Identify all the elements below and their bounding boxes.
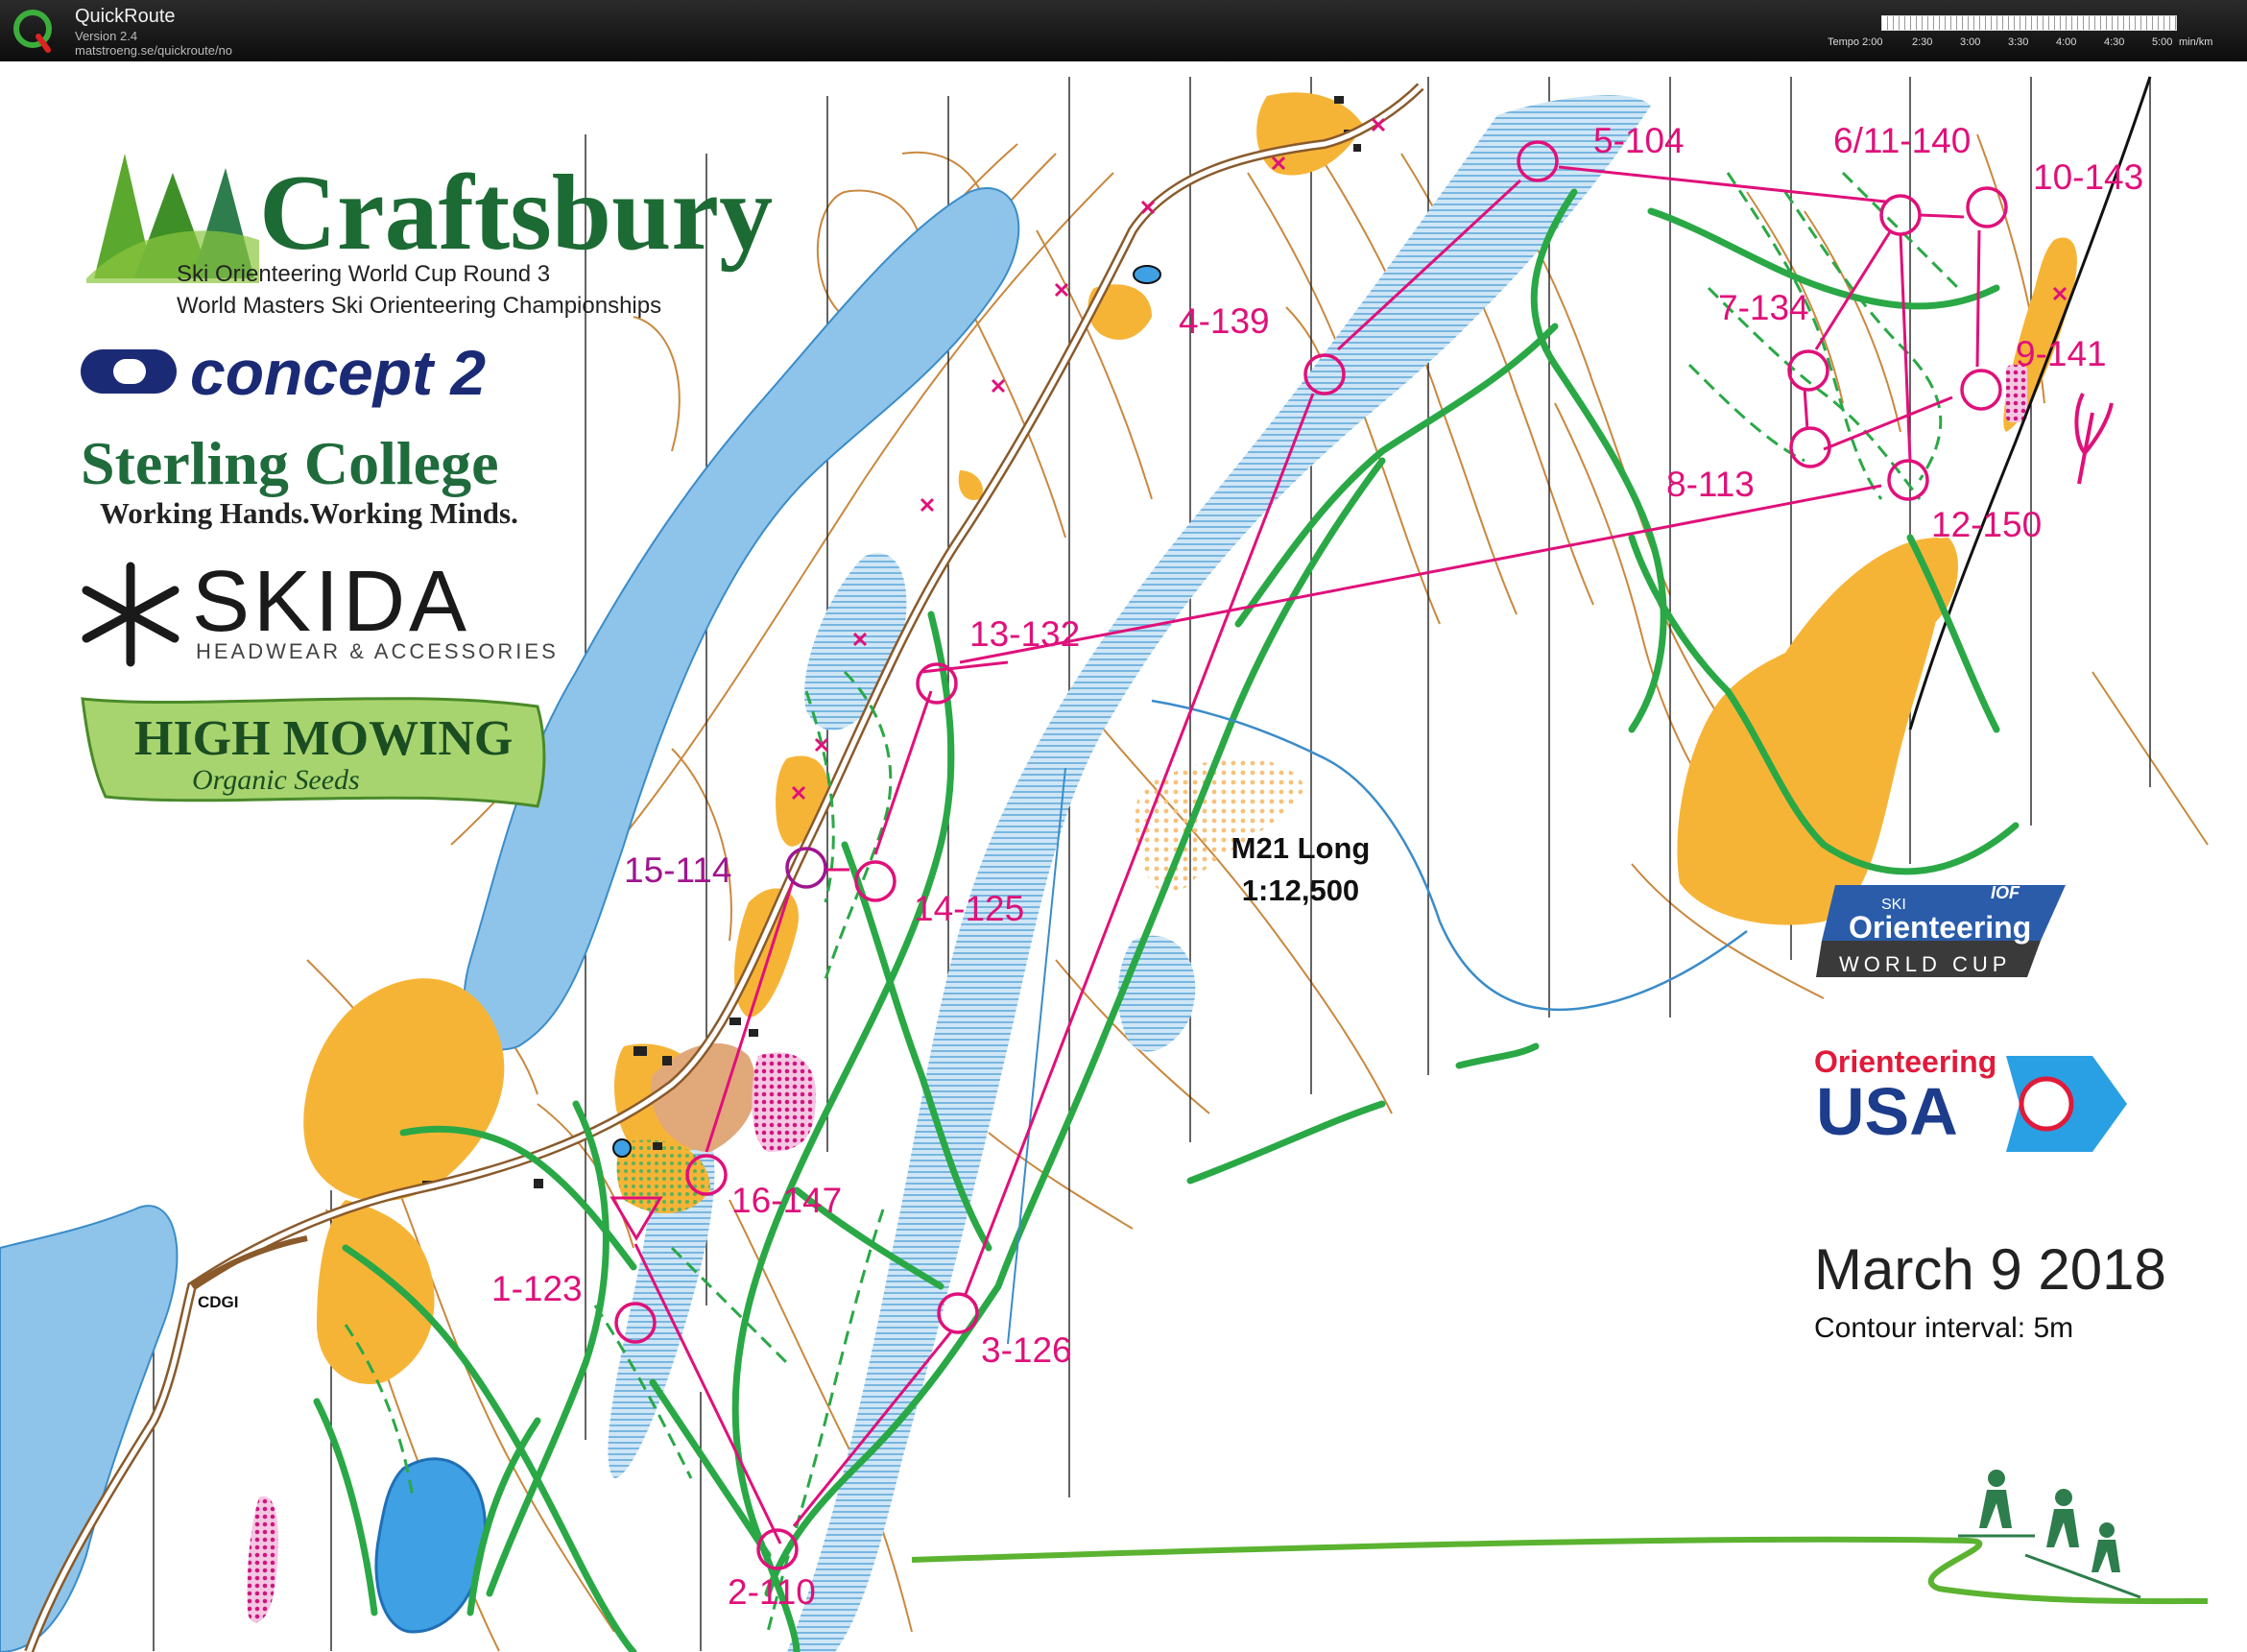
map-scale: 1:12,500: [1241, 874, 1360, 907]
control-label-5: 5-104: [1593, 121, 1685, 160]
control-label-3: 3-126: [981, 1330, 1072, 1370]
tempo-tick: 4:00: [2056, 36, 2077, 48]
tempo-unit: min/km: [2179, 36, 2213, 48]
world-cup-orienteering: Orienteering: [1849, 910, 2032, 945]
craftsbury-subtitle-2: World Masters Ski Orienteering Champions…: [177, 293, 662, 319]
control-label-16: 16-147: [731, 1181, 843, 1220]
high-mowing-logo: HIGH MOWING Organic Seeds: [81, 697, 546, 808]
app-version: Version 2.4: [75, 29, 138, 43]
app-url: matstroeng.se/quickroute/no: [75, 43, 233, 58]
control-label-15: 15-114: [624, 850, 732, 890]
world-cup-label: WORLD CUP: [1839, 952, 2012, 976]
app-titlebar: QuickRoute Version 2.4 matstroeng.se/qui…: [0, 0, 2247, 61]
course-name: M21 Long: [1231, 831, 1371, 865]
high-mowing-tagline: Organic Seeds: [192, 764, 360, 796]
control-label-12: 12-150: [1931, 505, 2043, 544]
map-date: March 9 2018: [1814, 1237, 2166, 1302]
concept2-logo: concept 2: [190, 337, 487, 408]
small-pond: [612, 1138, 632, 1158]
tempo-scale: Tempo 2:00 2:30 3:00 3:30 4:00 4:30 5:00…: [1824, 15, 2246, 60]
control-label-14: 14-125: [914, 889, 1025, 928]
tempo-tick: 3:30: [2008, 36, 2029, 48]
tempo-scale-bar: [1881, 15, 2177, 31]
tempo-label: Tempo 2:00: [1828, 36, 1883, 48]
control-label-7: 7-134: [1718, 288, 1809, 327]
high-mowing-title: HIGH MOWING: [134, 711, 513, 766]
tempo-tick: 2:30: [1912, 36, 1933, 48]
concept2-logo-icon: [81, 349, 177, 394]
control-label-1: 1-123: [491, 1269, 583, 1308]
skida-title: SKIDA: [192, 554, 471, 650]
place-label: CDGI: [198, 1293, 239, 1311]
sterling-college-tagline: Working Hands.Working Minds.: [100, 496, 518, 530]
map-course-title: M21 Long 1:12,500: [1209, 827, 1392, 912]
sterling-college-title: Sterling College: [81, 429, 499, 497]
control-label-2: 2-110: [728, 1572, 816, 1612]
orienteering-usa-line2: USA: [1816, 1074, 1958, 1149]
control-label-8: 8-113: [1666, 465, 1755, 504]
craftsbury-subtitle-1: Ski Orienteering World Cup Round 3: [177, 261, 551, 287]
quickroute-logo-icon: [13, 10, 52, 53]
control-label-13: 13-132: [969, 614, 1081, 654]
world-cup-iof: IOF: [1991, 883, 2020, 902]
skida-tagline: HEADWEAR & ACCESSORIES: [196, 639, 559, 663]
control-label-9: 9-141: [2016, 334, 2107, 373]
contour-interval: Contour interval: 5m: [1814, 1312, 2074, 1344]
tempo-tick: 4:30: [2104, 36, 2125, 48]
tempo-tick: 3:00: [1960, 36, 1981, 48]
tempo-tick: 5:00: [2152, 36, 2173, 48]
control-label-4: 4-139: [1179, 301, 1270, 341]
small-pond: [1133, 265, 1161, 284]
craftsbury-title: Craftsbury: [259, 154, 774, 273]
control-label-6-11: 6/11-140: [1833, 121, 1972, 160]
app-name: QuickRoute: [75, 6, 176, 27]
control-label-10: 10-143: [2033, 157, 2144, 197]
